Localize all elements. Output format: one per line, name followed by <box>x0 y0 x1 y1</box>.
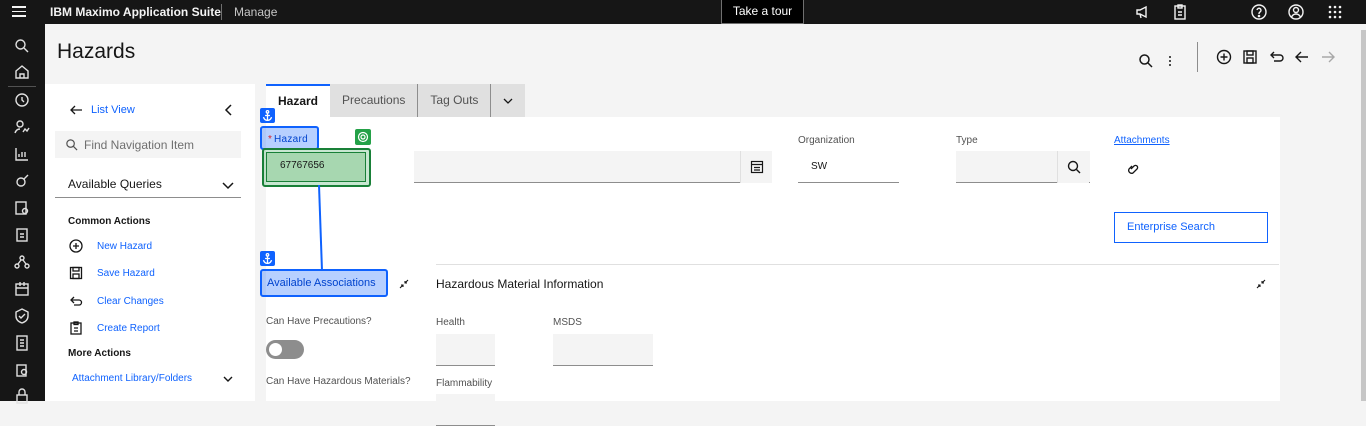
app-switcher-icon[interactable] <box>1325 2 1345 22</box>
chevron-down-icon <box>221 178 235 192</box>
save-icon[interactable] <box>1240 47 1260 67</box>
queries-label: Available Queries <box>68 177 162 191</box>
can-have-hazardous-materials-label: Can Have Hazardous Materials? <box>266 376 411 387</box>
take-a-tour-button[interactable]: Take a tour <box>721 0 804 24</box>
app-name: Manage <box>234 5 278 19</box>
hazard-description-input[interactable] <box>414 151 772 183</box>
new-hazard-label: New Hazard <box>97 241 153 252</box>
can-have-precautions-toggle[interactable] <box>266 340 304 359</box>
hazard-field-label: * Hazard <box>260 126 319 150</box>
hazardous-material-info-heading: Hazardous Material Information <box>436 277 604 291</box>
hazard-label-text: Hazard <box>274 134 309 145</box>
left-rail <box>0 24 45 404</box>
rail-divider <box>8 86 36 87</box>
can-have-precautions-label: Can Have Precautions? <box>266 316 372 327</box>
main-content: Hazard Precautions Tag Outs * Hazard 677… <box>260 84 1280 426</box>
hazard-input[interactable]: 67767656 <box>266 152 366 182</box>
navigation-panel: List View Available Queries Common Actio… <box>45 84 255 401</box>
user-activity-icon[interactable] <box>12 117 32 137</box>
flammability-input[interactable] <box>436 394 495 426</box>
health-label: Health <box>436 317 465 328</box>
hazard-form: * Hazard 67767656 Organization SW Type A… <box>260 108 1280 426</box>
anchor-icon <box>260 108 275 123</box>
enterprise-search-button[interactable]: Enterprise Search <box>1114 212 1268 243</box>
msds-label: MSDS <box>553 317 582 328</box>
organization-value: SW <box>798 151 899 183</box>
scrollbar[interactable] <box>1361 30 1366 401</box>
minimize-icon[interactable] <box>398 277 410 289</box>
calendar-icon[interactable] <box>12 279 32 299</box>
required-marker: * <box>268 134 272 145</box>
home-icon[interactable] <box>12 62 32 82</box>
add-icon[interactable] <box>1214 47 1234 67</box>
organization-label: Organization <box>798 135 855 146</box>
search-icon[interactable] <box>1057 151 1089 183</box>
minimize-icon[interactable] <box>1255 277 1267 289</box>
health-input[interactable] <box>436 334 495 366</box>
analytics-icon[interactable] <box>12 144 32 164</box>
tools-icon[interactable] <box>12 171 32 191</box>
add-icon <box>68 238 84 254</box>
undo-icon[interactable] <box>1266 47 1286 67</box>
type-label: Type <box>956 135 978 146</box>
clipboard-icon[interactable] <box>1170 2 1190 22</box>
search-icon[interactable] <box>12 36 32 56</box>
inspection-icon[interactable] <box>12 360 32 380</box>
save-icon <box>68 265 84 281</box>
toggle-knob <box>269 343 282 356</box>
network-icon[interactable] <box>12 252 32 272</box>
save-hazard-label: Save Hazard <box>97 268 155 279</box>
nav-search <box>55 131 241 158</box>
section-divider <box>436 264 1279 265</box>
common-actions-heading: Common Actions <box>68 216 151 227</box>
more-tabs-chevron-icon[interactable] <box>491 84 526 117</box>
attachments-link[interactable]: Attachments <box>1114 135 1170 146</box>
announcement-icon[interactable] <box>1133 2 1153 22</box>
anchor-icon <box>260 251 275 266</box>
tab-bar: Hazard Precautions Tag Outs <box>266 84 526 117</box>
top-bar: IBM Maximo Application Suite Manage Take… <box>0 0 1366 24</box>
menu-icon[interactable] <box>12 3 30 21</box>
search-icon[interactable] <box>1136 51 1153 68</box>
page-title: Hazards <box>57 40 136 63</box>
clear-changes-label: Clear Changes <box>97 296 164 307</box>
flammability-label: Flammability <box>436 378 493 389</box>
available-associations-heading: Available Associations <box>260 269 388 297</box>
user-profile-icon[interactable] <box>1286 2 1306 22</box>
overflow-menu-icon[interactable] <box>1160 51 1176 67</box>
tab-hazard[interactable]: Hazard <box>266 84 331 117</box>
list-view-link[interactable]: List View <box>91 104 135 116</box>
toolbar-divider <box>1197 42 1198 72</box>
report-icon <box>68 320 84 336</box>
find-navigation-input[interactable] <box>84 135 234 155</box>
attachment-library-link[interactable]: Attachment Library/Folders <box>72 373 192 384</box>
available-queries-dropdown[interactable]: Available Queries <box>55 171 241 198</box>
lock-icon[interactable] <box>12 386 32 406</box>
recent-icon[interactable] <box>12 90 32 110</box>
target-icon <box>355 129 371 145</box>
help-icon[interactable] <box>1249 2 1269 22</box>
back-arrow-icon[interactable] <box>68 102 84 118</box>
work-order-icon[interactable] <box>12 198 32 218</box>
paperclip-icon[interactable] <box>1126 162 1140 176</box>
brand-divider <box>221 4 222 20</box>
report-icon[interactable] <box>12 225 32 245</box>
brand-name[interactable]: IBM Maximo Application Suite <box>50 5 221 19</box>
msds-input[interactable] <box>553 334 653 366</box>
long-description-icon[interactable] <box>740 151 772 183</box>
chevron-down-icon[interactable] <box>222 372 234 384</box>
available-associations-text: Available Associations <box>267 277 376 289</box>
more-actions-heading: More Actions <box>68 348 131 359</box>
collapse-chevron-icon[interactable] <box>222 102 236 118</box>
create-report-label: Create Report <box>97 323 160 334</box>
shield-icon[interactable] <box>12 306 32 326</box>
previous-arrow-icon[interactable] <box>1292 47 1312 67</box>
undo-icon <box>68 293 84 309</box>
tab-precautions[interactable]: Precautions <box>330 84 419 117</box>
next-arrow-icon[interactable] <box>1318 47 1338 67</box>
tab-tag-outs[interactable]: Tag Outs <box>418 84 492 117</box>
document-icon[interactable] <box>12 333 32 353</box>
search-icon <box>65 138 78 151</box>
